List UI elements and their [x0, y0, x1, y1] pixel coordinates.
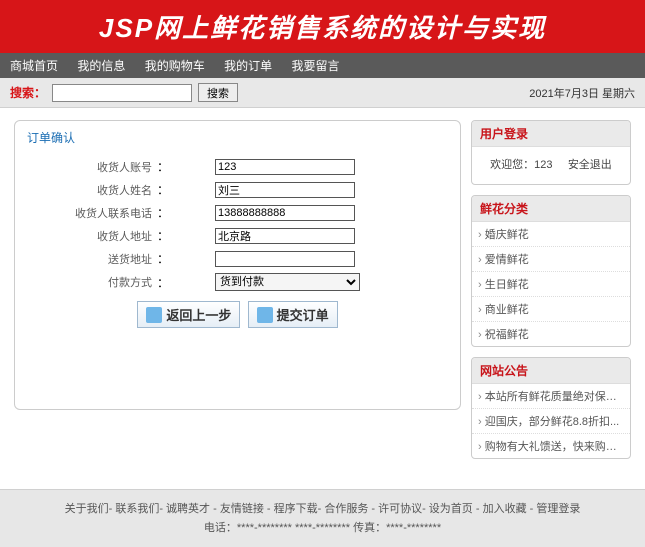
input-ship[interactable] [215, 251, 355, 267]
order-panel: 订单确认 收货人账号： 收货人姓名： 收货人联系电话： 收货人地址： 送货地址： [14, 120, 461, 410]
label-pay: 付款方式 [27, 274, 157, 290]
label-phone: 收货人联系电话 [27, 205, 157, 221]
back-button-label: 返回上一步 [166, 305, 231, 324]
back-button[interactable]: 返回上一步 [137, 301, 240, 328]
category-item[interactable]: 生日鲜花 [472, 272, 630, 297]
logout-link[interactable]: 安全退出 [568, 159, 612, 171]
label-ship: 送货地址 [27, 251, 157, 267]
notice-item[interactable]: 购物有大礼馈送，快来购物了... [472, 434, 630, 458]
footer-links[interactable]: 关于我们- 联系我们- 诚聘英才 - 友情链接 - 程序下载- 合作服务 - 许… [6, 500, 639, 519]
search-label: 搜索： [10, 84, 46, 101]
search-button[interactable]: 搜索 [198, 83, 238, 102]
order-title: 订单确认 [27, 129, 448, 146]
nav-bar: 商城首页 我的信息 我的购物车 我的订单 我要留言 [0, 53, 645, 78]
category-item[interactable]: 商业鲜花 [472, 297, 630, 322]
category-item[interactable]: 爱情鲜花 [472, 247, 630, 272]
input-address[interactable] [215, 228, 355, 244]
footer-contact: 电话：****-******** ****-******** 传真：****-*… [6, 519, 639, 538]
input-account[interactable] [215, 159, 355, 175]
login-box: 用户登录 欢迎您：123 安全退出 [471, 120, 631, 185]
nav-message[interactable]: 我要留言 [291, 59, 339, 73]
site-title: JSP网上鲜花销售系统的设计与实现 [0, 8, 645, 45]
search-bar: 搜索： 搜索 2021年7月3日 星期六 [0, 78, 645, 108]
label-name: 收货人姓名 [27, 182, 157, 198]
input-phone[interactable] [215, 205, 355, 221]
category-item[interactable]: 婚庆鲜花 [472, 222, 630, 247]
nav-orders[interactable]: 我的订单 [224, 59, 272, 73]
welcome-label: 欢迎您： [490, 159, 534, 171]
back-icon [146, 307, 162, 323]
login-box-title: 用户登录 [472, 121, 630, 147]
notice-item[interactable]: 本站所有鲜花质量绝对保证... [472, 384, 630, 409]
welcome-user: 123 [534, 159, 552, 171]
category-box: 鲜花分类 婚庆鲜花 爱情鲜花 生日鲜花 商业鲜花 祝福鲜花 [471, 195, 631, 347]
notice-box-title: 网站公告 [472, 358, 630, 384]
notice-box: 网站公告 本站所有鲜花质量绝对保证... 迎国庆，部分鲜花8.8折扣... 购物… [471, 357, 631, 459]
submit-button-label: 提交订单 [277, 305, 329, 324]
header-banner: JSP网上鲜花销售系统的设计与实现 [0, 0, 645, 53]
nav-cart[interactable]: 我的购物车 [145, 59, 205, 73]
date-text: 2021年7月3日 星期六 [529, 85, 635, 101]
select-pay[interactable]: 货到付款 [215, 273, 360, 291]
label-address: 收货人地址 [27, 228, 157, 244]
footer: 关于我们- 联系我们- 诚聘英才 - 友情链接 - 程序下载- 合作服务 - 许… [0, 489, 645, 547]
category-box-title: 鲜花分类 [472, 196, 630, 222]
nav-home[interactable]: 商城首页 [10, 59, 58, 73]
submit-icon [257, 307, 273, 323]
submit-button[interactable]: 提交订单 [248, 301, 338, 328]
notice-item[interactable]: 迎国庆，部分鲜花8.8折扣... [472, 409, 630, 434]
search-input[interactable] [52, 84, 192, 102]
nav-myinfo[interactable]: 我的信息 [77, 59, 125, 73]
category-item[interactable]: 祝福鲜花 [472, 322, 630, 346]
input-name[interactable] [215, 182, 355, 198]
label-account: 收货人账号 [27, 159, 157, 175]
